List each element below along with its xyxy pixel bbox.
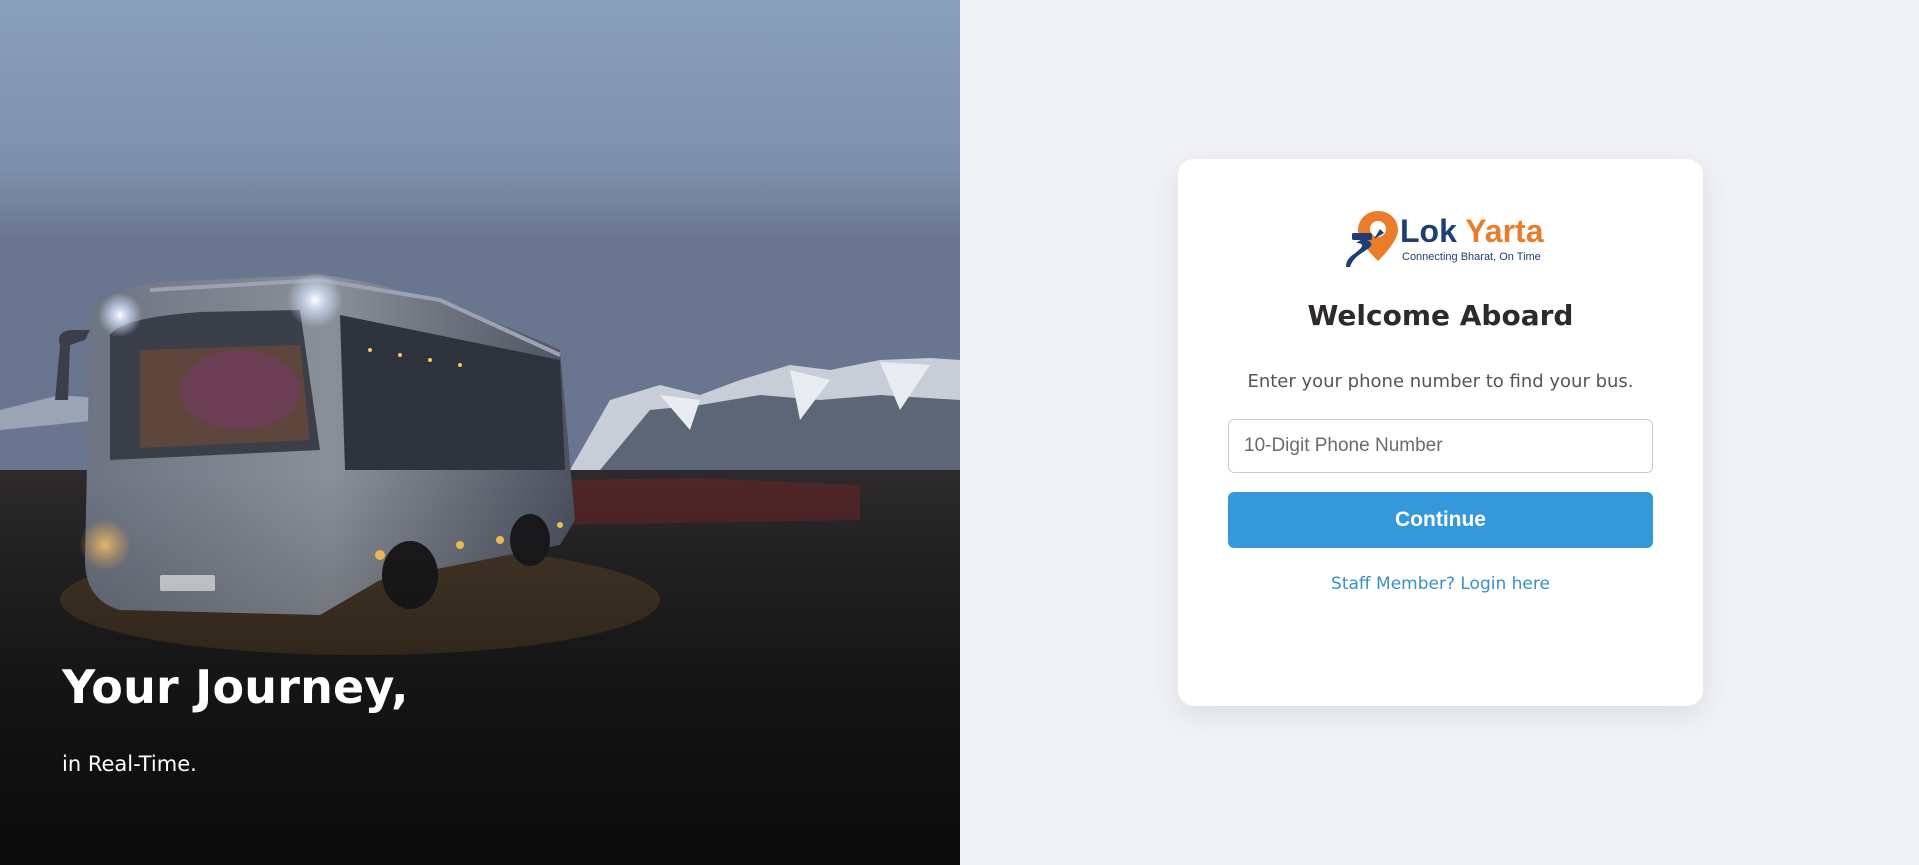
location-pin-road-icon bbox=[1346, 211, 1398, 267]
brand-logo: Lok Yarta Connecting Bharat, On Time bbox=[1344, 209, 1544, 271]
brand-name-part1: Lok bbox=[1400, 213, 1457, 249]
hero-subtitle: in Real-Time. bbox=[62, 752, 197, 776]
staff-login-link[interactable]: Staff Member? Login here bbox=[1178, 574, 1703, 594]
brand-name-part2: Yarta bbox=[1465, 213, 1544, 249]
hero-panel: Your Journey, in Real-Time. bbox=[0, 0, 960, 865]
login-area: Lok Yarta Connecting Bharat, On Time Wel… bbox=[960, 0, 1919, 865]
continue-button[interactable]: Continue bbox=[1228, 492, 1653, 548]
phone-number-input[interactable] bbox=[1228, 419, 1653, 473]
brand-tagline: Connecting Bharat, On Time bbox=[1402, 251, 1541, 263]
hero-text: Your Journey, in Real-Time. bbox=[62, 660, 409, 776]
phone-instruction: Enter your phone number to find your bus… bbox=[1247, 371, 1634, 392]
hero-title: Your Journey, bbox=[62, 660, 409, 714]
login-card: Lok Yarta Connecting Bharat, On Time Wel… bbox=[1178, 159, 1703, 706]
brand-name: Lok Yarta bbox=[1400, 213, 1543, 250]
welcome-heading: Welcome Aboard bbox=[1307, 299, 1574, 332]
